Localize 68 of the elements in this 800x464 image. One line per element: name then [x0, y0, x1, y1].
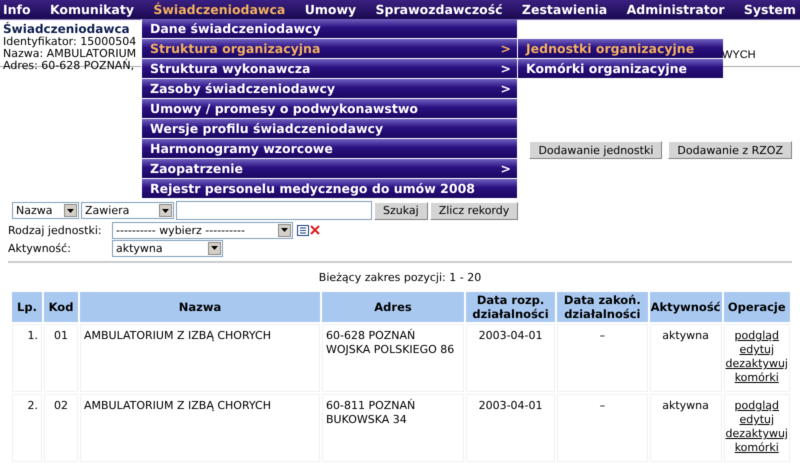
table-cell: 02 — [44, 394, 78, 462]
provider-detail: Identyfikator: 15000504 — [3, 36, 136, 48]
menu-item[interactable]: Info — [3, 2, 31, 17]
operation-link[interactable]: podgląd — [726, 329, 788, 343]
search-field[interactable] — [176, 201, 372, 220]
dropdown-item[interactable]: Wersje profilu świadczeniodawcy — [141, 119, 517, 139]
dropdown-item[interactable]: Struktura wykonawcza > — [141, 59, 517, 79]
add-button[interactable]: Dodawanie z RZOZ — [668, 141, 792, 159]
filter-label: Aktywność: — [8, 242, 72, 254]
column-header: Kod — [44, 292, 78, 322]
table-cell: 60-628 POZNAŃ WOJSKA POLSKIEGO 86 — [322, 324, 464, 392]
column-header: Aktywność — [650, 292, 722, 322]
menu-item[interactable]: Sprawozdawczość — [376, 2, 503, 17]
submenu-item[interactable]: Komórki organizacyjne — [517, 59, 723, 79]
list-icon[interactable] — [297, 224, 309, 236]
table-cell: 2003-04-01 — [466, 394, 556, 462]
column-header: Nazwa — [80, 292, 320, 322]
field-select[interactable]: Nazwa — [12, 202, 79, 219]
menu-item[interactable]: Świadczeniodawca — [153, 2, 286, 17]
search-button[interactable]: Szukaj — [374, 202, 428, 220]
table-cell: AMBULATORIUM Z IZBĄ CHORYCH — [80, 324, 320, 392]
dropdown-item[interactable]: Rejestr personelu medycznego do umów 2008 — [141, 179, 517, 199]
operation-link[interactable]: dezaktywuj — [726, 427, 788, 441]
table-cell: 01 — [44, 324, 78, 392]
dropdown-item[interactable]: Struktura organizacyjna > — [141, 39, 517, 59]
operation-link[interactable]: edytuj — [726, 413, 788, 427]
dropdown-item[interactable]: Zaopatrzenie > — [141, 159, 517, 179]
operation-link[interactable]: komórki — [726, 371, 788, 385]
menu-item[interactable]: Umowy — [304, 2, 356, 17]
range-text: Bieżący zakres pozycji: 1 - 20 — [318, 271, 482, 284]
provider-detail: Nazwa: AMBULATORIUM — [3, 48, 136, 60]
menu-item[interactable]: Zestawienia — [522, 2, 608, 17]
table-cell: 1. — [12, 324, 42, 392]
menu-item[interactable]: Komunikaty — [50, 2, 134, 17]
column-header: Adres — [322, 292, 464, 322]
table-cell: 60-811 POZNAŃ BUKOWSKA 34 — [322, 394, 464, 462]
dropdown-item[interactable]: Dane świadczeniodawcy — [141, 19, 517, 39]
table-cell: aktywna — [650, 324, 722, 392]
filter-select[interactable]: ---------- wybierz ---------- — [112, 222, 293, 238]
dropdown-item[interactable]: Umowy / promesy o podwykonawstwo — [141, 99, 517, 119]
search-button[interactable]: Zlicz rekordy — [430, 202, 518, 220]
column-header: Data zakoń. działalności — [557, 292, 648, 322]
clear-icon[interactable] — [310, 225, 320, 235]
menu-item[interactable]: System — [744, 2, 796, 17]
filter-select[interactable]: aktywna — [112, 240, 223, 256]
submenu-item[interactable]: Jednostki organizacyjne — [517, 39, 723, 59]
add-button[interactable]: Dodawanie jednostki — [529, 141, 662, 159]
provider-title: Świadczeniodawca — [3, 22, 130, 36]
column-header: Operacje — [724, 292, 790, 322]
provider-detail: WYCH — [722, 49, 756, 61]
dropdown-item[interactable]: Zasoby świadczeniodawcy > — [141, 79, 517, 99]
operation-link[interactable]: edytuj — [726, 343, 788, 357]
column-header: Lp. — [12, 292, 42, 322]
table-cell: 2003-04-01 — [466, 324, 556, 392]
operation-link[interactable]: podgląd — [726, 399, 788, 413]
provider-detail: Adres: 60-628 POZNAŃ, — [3, 60, 134, 72]
table-cell: – — [557, 324, 648, 392]
dropdown-item[interactable]: Harmonogramy wzorcowe — [141, 139, 517, 159]
table-cell: aktywna — [650, 394, 722, 462]
operation-link[interactable]: komórki — [726, 441, 788, 455]
table-cell: – — [557, 394, 648, 462]
filter-label: Rodzaj jednostki: — [8, 224, 103, 236]
operation-link[interactable]: dezaktywuj — [726, 357, 788, 371]
table-cell: AMBULATORIUM Z IZBĄ CHORYCH — [80, 394, 320, 462]
table-cell: 2. — [12, 394, 42, 462]
mode-select[interactable]: Zawiera — [81, 202, 174, 219]
menu-item[interactable]: Administrator — [626, 2, 724, 17]
column-header: Data rozp. działalności — [466, 292, 556, 322]
